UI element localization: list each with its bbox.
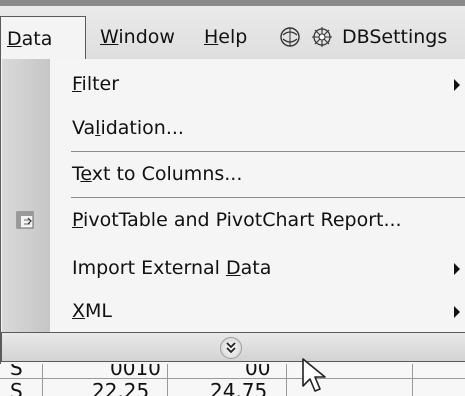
cell-value[interactable]: 24.75 xyxy=(210,379,267,396)
menu-window-mnemonic: W xyxy=(100,26,119,48)
grid-line xyxy=(286,364,287,396)
menu-item-xml[interactable]: XML xyxy=(2,292,465,330)
expand-menu-button[interactable] xyxy=(220,337,242,359)
spreadsheet-grid: S 0010 00 S 22.25 24.75 xyxy=(0,364,465,396)
menu-item-label: Text to Columns... xyxy=(72,163,243,185)
grid-line xyxy=(42,364,43,396)
submenu-arrow-icon xyxy=(454,263,460,275)
menu-item-filter[interactable]: Filter xyxy=(2,65,465,103)
expand-menu-bar[interactable] xyxy=(1,332,465,362)
menu-help-mnemonic: H xyxy=(204,26,219,48)
menu-item-pivottable[interactable]: PivotTable and PivotChart Report... xyxy=(2,201,465,239)
menu-item-label: Import External Data xyxy=(72,257,272,279)
menu-bar: Data Window Help DBSettings xyxy=(0,0,465,60)
refresh-globe-icon[interactable] xyxy=(279,26,301,48)
pivot-table-icon xyxy=(16,211,34,229)
row-header: S xyxy=(10,379,23,396)
toolbar-edge xyxy=(0,0,465,6)
cell-value[interactable]: 22.25 xyxy=(92,379,149,396)
cell-value[interactable]: 00 xyxy=(245,364,270,380)
menu-item-label: Validation... xyxy=(72,117,184,139)
menu-item-label: PivotTable and PivotChart Report... xyxy=(72,209,402,231)
double-chevron-down-icon xyxy=(226,342,236,354)
row-header: S xyxy=(10,364,23,380)
menu-separator xyxy=(71,197,465,198)
menu-data[interactable]: Data xyxy=(0,16,86,60)
grid-line xyxy=(167,364,168,396)
submenu-arrow-icon xyxy=(454,79,460,91)
mouse-pointer-icon xyxy=(302,358,326,392)
submenu-arrow-icon xyxy=(454,306,460,318)
settings-sparkle-icon[interactable] xyxy=(311,26,333,48)
menu-window[interactable]: Window xyxy=(100,22,175,52)
menu-item-validation[interactable]: Validation... xyxy=(2,109,465,147)
dbsettings-menu[interactable]: DBSettings xyxy=(342,22,447,52)
menu-item-label: XML xyxy=(72,300,113,322)
menu-separator xyxy=(71,151,465,152)
menu-data-mnemonic: D xyxy=(7,28,22,50)
menu-item-label: Filter xyxy=(72,73,120,95)
menu-help[interactable]: Help xyxy=(204,22,247,52)
data-menu-dropdown: Filter Validation... Text to Columns... … xyxy=(0,59,465,364)
menu-item-import-external-data[interactable]: Import External Data xyxy=(2,249,465,287)
grid-line xyxy=(412,364,413,396)
menu-item-text-to-columns[interactable]: Text to Columns... xyxy=(2,155,465,193)
cell-value[interactable]: 0010 xyxy=(110,364,161,380)
